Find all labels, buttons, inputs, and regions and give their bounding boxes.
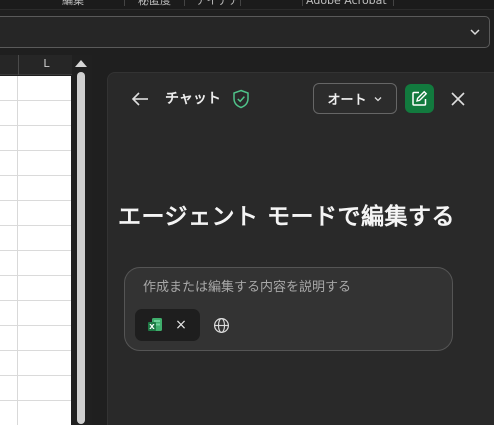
- svg-text:X: X: [149, 323, 155, 331]
- new-chat-button[interactable]: [405, 84, 434, 113]
- back-button[interactable]: [128, 87, 152, 111]
- prompt-composer[interactable]: 作成または編集する内容を説明する X ×: [124, 267, 453, 351]
- mode-label: オート: [327, 93, 367, 108]
- scrollbar-thumb[interactable]: [77, 72, 85, 424]
- ribbon-divider: [302, 0, 303, 6]
- copilot-pane: チャット オート エージェント モードで編集する 作成または編集する内容を説明す…: [107, 72, 494, 425]
- new-chat-icon: [412, 90, 428, 106]
- ribbon-divider: [240, 0, 241, 6]
- globe-icon[interactable]: [213, 317, 230, 334]
- ribbon-divider: [124, 0, 125, 6]
- column-header-row: L: [0, 55, 74, 75]
- close-button[interactable]: [446, 87, 470, 111]
- remove-attachment-button[interactable]: ×: [173, 316, 189, 334]
- agent-mode-heading: エージェント モードで編集する: [118, 204, 456, 230]
- ribbon-group-acrobat[interactable]: Adobe Acrobat: [306, 0, 387, 8]
- pane-title: チャット: [165, 91, 221, 107]
- excel-file-icon: X: [148, 318, 162, 331]
- chevron-down-icon[interactable]: [469, 26, 481, 38]
- vertical-scrollbar[interactable]: [72, 55, 92, 425]
- scroll-up-arrow-icon[interactable]: [75, 60, 87, 67]
- formula-bar[interactable]: [0, 16, 490, 48]
- ribbon-divider: [184, 0, 185, 6]
- column-header-l[interactable]: L: [18, 55, 74, 75]
- back-arrow-icon: [131, 92, 148, 106]
- ribbon-group-sensitivity[interactable]: 秘匿度: [138, 0, 171, 8]
- chevron-down-icon: [374, 96, 381, 101]
- cell-grid[interactable]: [0, 76, 71, 425]
- attached-file-chip[interactable]: X ×: [135, 309, 200, 341]
- ribbon-group-edit[interactable]: 編集: [62, 0, 84, 8]
- shield-check-icon[interactable]: [232, 89, 250, 109]
- ribbon-group-ideas[interactable]: アイデア: [196, 0, 239, 8]
- mode-dropdown[interactable]: オート: [313, 83, 397, 114]
- ribbon-divider: [393, 0, 394, 6]
- prompt-input[interactable]: 作成または編集する内容を説明する: [143, 279, 351, 297]
- close-icon: [451, 92, 465, 106]
- ribbon: 編集 秘匿度 アイデア Adobe Acrobat: [0, 0, 494, 10]
